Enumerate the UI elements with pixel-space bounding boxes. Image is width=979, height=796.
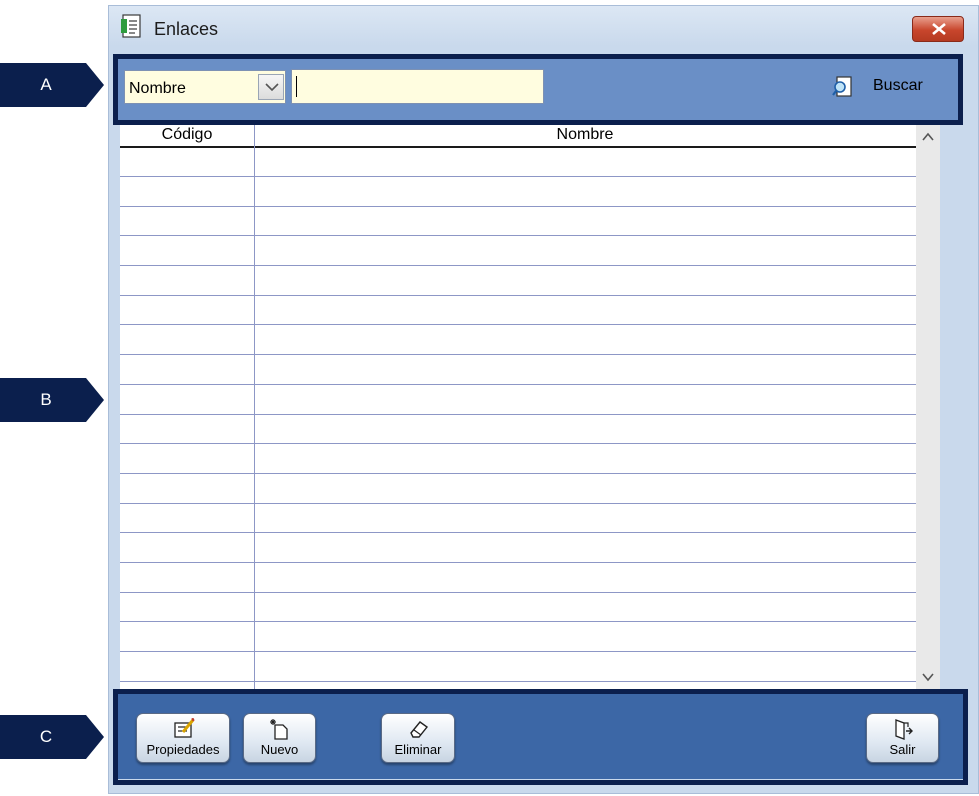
- close-button[interactable]: [912, 16, 964, 42]
- dropdown-button[interactable]: [258, 74, 284, 100]
- table-row-line: [120, 651, 916, 652]
- table-row-line: [120, 295, 916, 296]
- column-header-codigo[interactable]: Código: [120, 126, 254, 144]
- salir-button-label: Salir: [889, 742, 916, 757]
- search-button-label: Buscar: [873, 77, 923, 94]
- column-divider: [254, 123, 255, 690]
- eliminar-button-label: Eliminar: [394, 742, 442, 757]
- vertical-scrollbar[interactable]: [916, 123, 940, 690]
- nuevo-button[interactable]: Nuevo: [243, 713, 316, 763]
- document-list-icon: [121, 14, 141, 38]
- search-field-select[interactable]: Nombre: [124, 70, 286, 104]
- table-row-line: [120, 176, 916, 177]
- chevron-up-icon[interactable]: [922, 131, 934, 143]
- table-row-line: [120, 443, 916, 444]
- callout-label: B: [40, 390, 52, 409]
- new-document-icon: [270, 719, 288, 740]
- table-row-line: [120, 384, 916, 385]
- eliminar-button[interactable]: Eliminar: [381, 713, 455, 763]
- edit-properties-icon: [174, 718, 195, 738]
- salir-button[interactable]: Salir: [866, 713, 939, 763]
- screenshot-stage: A B C Enlaces Nombre Buscar Código Nombr…: [0, 0, 979, 796]
- nuevo-button-label: Nuevo: [260, 742, 299, 757]
- table-row-line: [120, 681, 916, 682]
- eraser-icon: [410, 721, 429, 738]
- search-button[interactable]: Buscar: [828, 72, 934, 102]
- search-field-selected-value: Nombre: [129, 80, 186, 97]
- chevron-down-icon[interactable]: [922, 671, 934, 683]
- table-row-line: [120, 592, 916, 593]
- table-row-line: [120, 265, 916, 266]
- callout-marker-c: C: [0, 715, 104, 759]
- table-row-line: [120, 235, 916, 236]
- propiedades-button[interactable]: Propiedades: [136, 713, 230, 763]
- callout-marker-b: B: [0, 378, 104, 422]
- table-row-line: [120, 503, 916, 504]
- chevron-down-icon: [265, 83, 279, 92]
- table-row-line: [120, 621, 916, 622]
- table-row-line: [120, 414, 916, 415]
- callout-label: C: [39, 727, 53, 746]
- search-document-icon: [832, 76, 852, 97]
- exit-door-icon: [895, 719, 913, 740]
- table-header: Código Nombre: [120, 123, 916, 148]
- text-caret: [296, 76, 297, 97]
- enlaces-table[interactable]: Código Nombre: [120, 123, 940, 690]
- callout-label: A: [40, 75, 52, 94]
- table-row-line: [120, 324, 916, 325]
- table-row-line: [120, 206, 916, 207]
- callout-marker-a: A: [0, 63, 104, 107]
- table-row-line: [120, 473, 916, 474]
- title-bar[interactable]: Enlaces: [109, 6, 978, 46]
- table-row-line: [120, 532, 916, 533]
- close-icon: [932, 23, 946, 35]
- propiedades-button-label: Propiedades: [146, 742, 220, 757]
- search-input[interactable]: [291, 69, 544, 104]
- table-row-line: [120, 562, 916, 563]
- column-header-nombre[interactable]: Nombre: [255, 126, 915, 144]
- window-title: Enlaces: [154, 19, 219, 39]
- table-row-line: [120, 354, 916, 355]
